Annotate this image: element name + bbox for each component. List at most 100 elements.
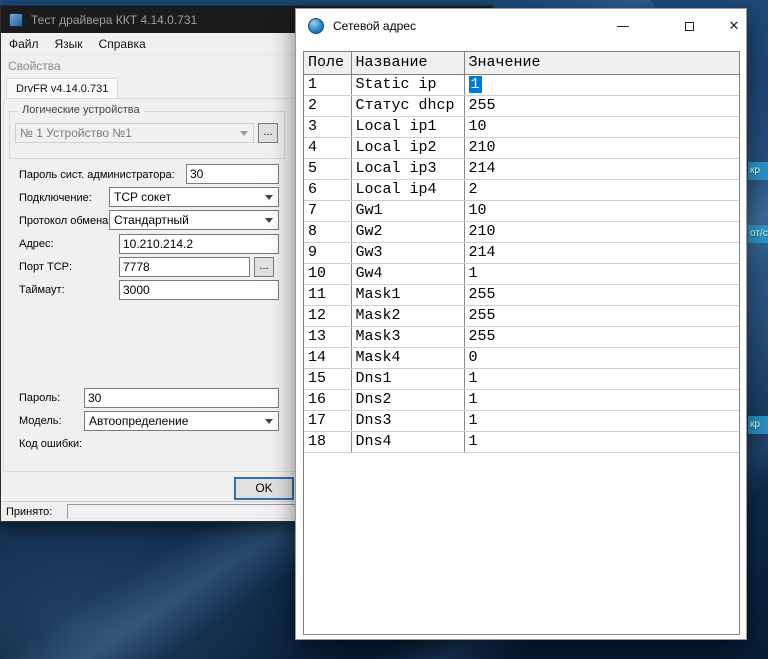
table-row[interactable]: 10Gw41: [304, 263, 739, 284]
cell-name[interactable]: Mask4: [351, 347, 464, 368]
model-combo[interactable]: Автоопределение: [84, 411, 279, 431]
table-row[interactable]: 1Static ip1: [304, 74, 739, 95]
password-input[interactable]: [84, 388, 279, 408]
cell-name[interactable]: Mask2: [351, 305, 464, 326]
cell-value[interactable]: 1: [464, 263, 739, 284]
cell-name[interactable]: Dns3: [351, 410, 464, 431]
cell-value[interactable]: 255: [464, 326, 739, 347]
cell-value[interactable]: 1: [464, 431, 739, 452]
cell-value[interactable]: 214: [464, 242, 739, 263]
cell-name[interactable]: Local ip2: [351, 137, 464, 158]
cell-name[interactable]: Static ip: [351, 74, 464, 95]
table-row[interactable]: 7Gw110: [304, 200, 739, 221]
cell-field[interactable]: 9: [304, 242, 351, 263]
table-row[interactable]: 13Mask3255: [304, 326, 739, 347]
cell-value[interactable]: 210: [464, 137, 739, 158]
admin-password-input[interactable]: [186, 164, 279, 184]
cell-value[interactable]: 10: [464, 116, 739, 137]
cell-field[interactable]: 11: [304, 284, 351, 305]
cell-name[interactable]: Local ip4: [351, 179, 464, 200]
cell-value[interactable]: 214: [464, 158, 739, 179]
cell-field[interactable]: 1: [304, 74, 351, 95]
connection-combo[interactable]: TCP сокет: [109, 187, 279, 207]
cell-field[interactable]: 17: [304, 410, 351, 431]
table-row[interactable]: 11Mask1255: [304, 284, 739, 305]
cell-value[interactable]: 210: [464, 221, 739, 242]
protocol-combo[interactable]: Стандартный: [109, 210, 279, 230]
model-combo-value: Автоопределение: [89, 414, 188, 428]
table-row[interactable]: 16Dns21: [304, 389, 739, 410]
cell-name[interactable]: Gw2: [351, 221, 464, 242]
cell-value[interactable]: 1: [464, 74, 739, 95]
cell-field[interactable]: 18: [304, 431, 351, 452]
minimize-button[interactable]: —: [607, 14, 639, 38]
cell-field[interactable]: 12: [304, 305, 351, 326]
cell-name[interactable]: Gw4: [351, 263, 464, 284]
network-table: Поле Название Значение 1Static ip12Стату…: [303, 51, 740, 635]
cell-field[interactable]: 4: [304, 137, 351, 158]
cell-name[interactable]: Local ip1: [351, 116, 464, 137]
table-row[interactable]: 6Local ip42: [304, 179, 739, 200]
cell-value[interactable]: 1: [464, 368, 739, 389]
cell-name[interactable]: Dns1: [351, 368, 464, 389]
table-row[interactable]: 8Gw2210: [304, 221, 739, 242]
ok-button[interactable]: OK: [234, 477, 294, 500]
cell-name[interactable]: Gw3: [351, 242, 464, 263]
password-label: Пароль:: [19, 392, 60, 404]
cell-name[interactable]: Local ip3: [351, 158, 464, 179]
menu-file[interactable]: Файл: [1, 34, 47, 54]
cell-field[interactable]: 14: [304, 347, 351, 368]
desktop-icon-label-fragment[interactable]: кр: [748, 162, 768, 180]
cell-name[interactable]: Статус dhcp: [351, 95, 464, 116]
cell-name[interactable]: Gw1: [351, 200, 464, 221]
cell-name[interactable]: Dns4: [351, 431, 464, 452]
table-row[interactable]: 4Local ip2210: [304, 137, 739, 158]
menu-help[interactable]: Справка: [91, 34, 154, 54]
cell-field[interactable]: 8: [304, 221, 351, 242]
table-row[interactable]: 9Gw3214: [304, 242, 739, 263]
table-row[interactable]: 2Статус dhcp255: [304, 95, 739, 116]
cell-field[interactable]: 2: [304, 95, 351, 116]
cell-field[interactable]: 7: [304, 200, 351, 221]
cell-value[interactable]: 10: [464, 200, 739, 221]
model-label: Модель:: [19, 415, 62, 427]
table-row[interactable]: 5Local ip3214: [304, 158, 739, 179]
tab-drvfr[interactable]: DrvFR v4.14.0.731: [6, 78, 118, 98]
desktop-icon-label-fragment[interactable]: от/ст: [748, 225, 768, 243]
port-input[interactable]: [119, 257, 250, 277]
cell-field[interactable]: 16: [304, 389, 351, 410]
maximize-button[interactable]: [673, 14, 705, 38]
cell-field[interactable]: 6: [304, 179, 351, 200]
table-row[interactable]: 17Dns31: [304, 410, 739, 431]
table-row[interactable]: 12Mask2255: [304, 305, 739, 326]
cell-value[interactable]: 2: [464, 179, 739, 200]
cell-name[interactable]: Dns2: [351, 389, 464, 410]
dialog-title: Сетевой адрес: [333, 19, 416, 33]
device-browse-button[interactable]: ...: [258, 123, 278, 143]
selected-cell-text[interactable]: 1: [469, 76, 482, 93]
cell-value[interactable]: 1: [464, 410, 739, 431]
table-row[interactable]: 14Mask40: [304, 347, 739, 368]
cell-field[interactable]: 3: [304, 116, 351, 137]
cell-value[interactable]: 0: [464, 347, 739, 368]
cell-name[interactable]: Mask3: [351, 326, 464, 347]
port-browse-button[interactable]: ...: [254, 257, 274, 277]
table-row[interactable]: 18Dns41: [304, 431, 739, 452]
table-row[interactable]: 15Dns11: [304, 368, 739, 389]
menu-language[interactable]: Язык: [47, 34, 91, 54]
close-button[interactable]: ✕: [718, 14, 750, 38]
cell-value[interactable]: 1: [464, 389, 739, 410]
cell-field[interactable]: 13: [304, 326, 351, 347]
table-row[interactable]: 3Local ip110: [304, 116, 739, 137]
cell-value[interactable]: 255: [464, 305, 739, 326]
address-label: Адрес:: [19, 238, 54, 250]
cell-field[interactable]: 10: [304, 263, 351, 284]
desktop-icon-label-fragment[interactable]: кр: [748, 416, 768, 434]
cell-name[interactable]: Mask1: [351, 284, 464, 305]
cell-value[interactable]: 255: [464, 284, 739, 305]
timeout-input[interactable]: [119, 280, 279, 300]
cell-value[interactable]: 255: [464, 95, 739, 116]
address-input[interactable]: [119, 234, 279, 254]
cell-field[interactable]: 5: [304, 158, 351, 179]
cell-field[interactable]: 15: [304, 368, 351, 389]
